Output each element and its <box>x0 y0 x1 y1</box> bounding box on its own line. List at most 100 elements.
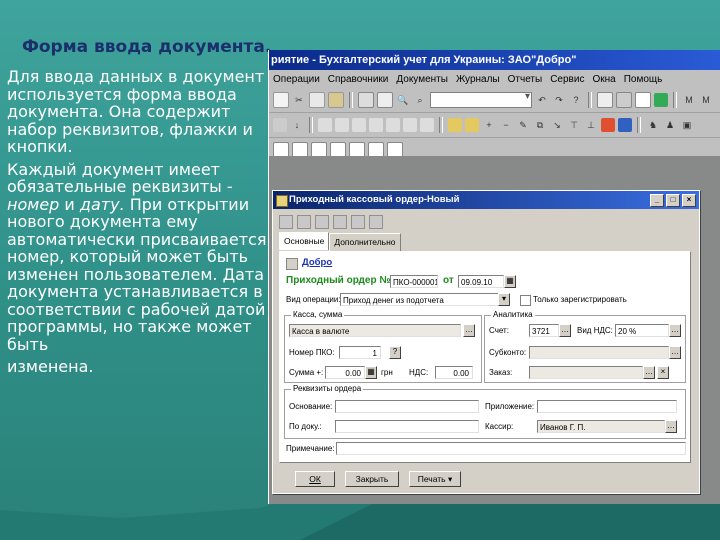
close-icon[interactable]: × <box>682 194 696 207</box>
journal-icon[interactable] <box>318 118 332 132</box>
minimize-icon[interactable]: _ <box>650 194 664 207</box>
search-next-icon[interactable]: ↷ <box>552 93 566 107</box>
dialog-tool-icon[interactable] <box>333 215 347 229</box>
dialog-tool-icon[interactable] <box>369 215 383 229</box>
subconto-input[interactable] <box>529 346 669 359</box>
menu-journals[interactable]: Журналы <box>452 74 504 85</box>
menu-service[interactable]: Сервис <box>546 74 588 85</box>
pko-number-input[interactable]: 1 <box>339 346 381 359</box>
add-icon[interactable]: + <box>482 118 496 132</box>
cashier-input[interactable]: Иванов Г. П. <box>537 420 665 433</box>
tab-extra[interactable]: Дополнительно <box>329 233 401 251</box>
move-icon[interactable]: ↘ <box>550 118 564 132</box>
ok-button[interactable]: ОК <box>295 471 335 487</box>
window-buttons: _ □ × <box>650 194 696 207</box>
toolbar-separator <box>349 92 353 108</box>
journal-icon[interactable] <box>335 118 349 132</box>
journal-icon[interactable] <box>403 118 417 132</box>
order-req-input[interactable] <box>529 366 643 379</box>
attachment-input[interactable] <box>537 400 677 413</box>
basis-input[interactable] <box>335 400 479 413</box>
emphasis-date: дату. <box>79 194 125 214</box>
folder-icon[interactable] <box>448 118 462 132</box>
tool-icon[interactable] <box>273 118 287 132</box>
print-button[interactable]: Печать ▾ <box>409 471 461 487</box>
order-number-input[interactable]: ПКО-000001 <box>390 275 438 288</box>
close-button[interactable]: Закрыть <box>345 471 399 487</box>
dialog-tabs: Основные Дополнительно <box>279 232 401 251</box>
book-icon[interactable] <box>654 93 668 107</box>
maximize-icon[interactable]: □ <box>666 194 680 207</box>
journal-icon[interactable] <box>352 118 366 132</box>
menu-help[interactable]: Помощь <box>620 74 667 85</box>
sum-input[interactable]: 0.00 <box>325 366 365 379</box>
paste-icon[interactable] <box>328 92 344 108</box>
filter-off-icon[interactable]: ⊥ <box>584 118 598 132</box>
select-icon[interactable]: … <box>665 420 677 433</box>
dialog-tool-icon[interactable] <box>351 215 365 229</box>
menu-documents[interactable]: Документы <box>392 74 452 85</box>
account-input[interactable]: 3721 <box>529 324 559 337</box>
analytics-group-title: Аналитика <box>491 310 535 319</box>
help-icon[interactable]: ? <box>569 93 583 107</box>
filter-icon[interactable]: ⊤ <box>567 118 581 132</box>
dialog-tool-icon[interactable] <box>297 215 311 229</box>
menu-windows[interactable]: Окна <box>588 74 619 85</box>
new-doc-icon[interactable] <box>273 92 289 108</box>
binoculars-icon[interactable]: ⌕ <box>413 93 427 107</box>
copy-icon[interactable] <box>309 92 325 108</box>
calc-icon[interactable] <box>616 92 632 108</box>
tab-main[interactable]: Основные <box>279 232 330 250</box>
search-prev-icon[interactable]: ↶ <box>535 93 549 107</box>
select-icon[interactable]: … <box>643 366 655 379</box>
dialog-tool-icon[interactable] <box>279 215 293 229</box>
calendar-icon[interactable] <box>635 92 651 108</box>
car-icon[interactable]: ▣ <box>680 118 694 132</box>
paragraph-requisites: Каждый документ имеет обязательные рекви… <box>7 160 269 354</box>
vat-type-input[interactable]: 20 % <box>615 324 669 337</box>
select-icon[interactable]: … <box>669 324 681 337</box>
select-icon[interactable]: … <box>669 346 681 359</box>
calculator-icon[interactable]: ▦ <box>365 366 377 379</box>
date-input[interactable]: 09.09.10 <box>458 275 504 288</box>
journal-icon[interactable] <box>386 118 400 132</box>
vat-input[interactable]: 0.00 <box>435 366 473 379</box>
post-icon[interactable] <box>601 118 615 132</box>
chevron-down-icon[interactable]: ▾ <box>498 293 510 306</box>
person-icon[interactable]: ♞ <box>646 118 660 132</box>
people-icon[interactable]: ♟ <box>663 118 677 132</box>
paragraph-form-description: Для ввода данных в документ используется… <box>7 67 265 156</box>
operation-select[interactable]: Приход денег из подотчета <box>340 293 510 306</box>
calendar-icon[interactable]: ▦ <box>504 275 516 288</box>
dialog-tool-icon[interactable] <box>315 215 329 229</box>
find-icon[interactable]: 🔍 <box>396 93 410 107</box>
format-mplus-icon[interactable]: M <box>699 93 713 107</box>
select-icon[interactable]: … <box>559 324 571 337</box>
from-input[interactable] <box>335 420 479 433</box>
arrow-icon[interactable]: ↓ <box>290 118 304 132</box>
clear-icon[interactable]: × <box>657 366 669 379</box>
format-m-icon[interactable]: M <box>682 93 696 107</box>
cut-icon[interactable]: ✂ <box>292 93 306 107</box>
only-register-checkbox[interactable] <box>520 295 531 306</box>
structure-icon[interactable] <box>618 118 632 132</box>
print-icon[interactable] <box>358 92 374 108</box>
select-icon[interactable]: … <box>463 324 475 337</box>
organization-link[interactable]: Добро <box>302 257 332 268</box>
cash-input[interactable]: Касса в валюте <box>289 324 461 337</box>
journal-icon[interactable] <box>420 118 434 132</box>
menu-catalogs[interactable]: Справочники <box>324 74 393 85</box>
table-icon[interactable] <box>597 92 613 108</box>
search-combo[interactable] <box>430 91 532 108</box>
preview-icon[interactable] <box>377 92 393 108</box>
help-button[interactable]: ? <box>389 346 401 359</box>
note-input[interactable] <box>336 442 686 455</box>
journal-icon[interactable] <box>369 118 383 132</box>
folder-open-icon[interactable] <box>465 118 479 132</box>
remove-icon[interactable]: − <box>499 118 513 132</box>
order-props-group: Реквизиты ордера Основание: Приложение: … <box>284 384 686 439</box>
menu-reports[interactable]: Отчеты <box>504 74 547 85</box>
menu-operations[interactable]: Операции <box>269 74 324 85</box>
edit-icon[interactable]: ✎ <box>516 118 530 132</box>
copy-row-icon[interactable]: ⧉ <box>533 118 547 132</box>
